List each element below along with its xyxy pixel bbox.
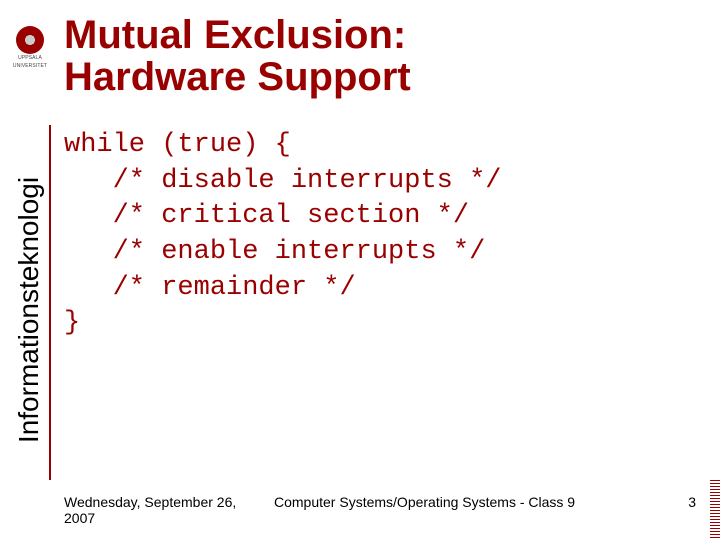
university-logo: UPPSALA UNIVERSITET bbox=[8, 26, 52, 69]
code-block: while (true) { /* disable interrupts */ … bbox=[64, 128, 700, 342]
footer: Wednesday, September 26, 2007 Computer S… bbox=[64, 494, 696, 526]
decorative-stripes bbox=[710, 480, 720, 540]
logo-line2: UNIVERSITET bbox=[13, 64, 47, 70]
university-seal-icon bbox=[16, 26, 44, 54]
logo-line1: UPPSALA bbox=[18, 56, 42, 62]
sidebar: Informationsteknologi bbox=[9, 125, 51, 480]
header: UPPSALA UNIVERSITET Mutual Exclusion: Ha… bbox=[0, 0, 720, 98]
sidebar-label: Informationsteknologi bbox=[13, 177, 45, 443]
footer-course: Computer Systems/Operating Systems - Cla… bbox=[264, 494, 666, 510]
footer-date: Wednesday, September 26, 2007 bbox=[64, 494, 264, 526]
slide-title: Mutual Exclusion: Hardware Support bbox=[52, 8, 411, 98]
footer-page-number: 3 bbox=[666, 494, 696, 510]
